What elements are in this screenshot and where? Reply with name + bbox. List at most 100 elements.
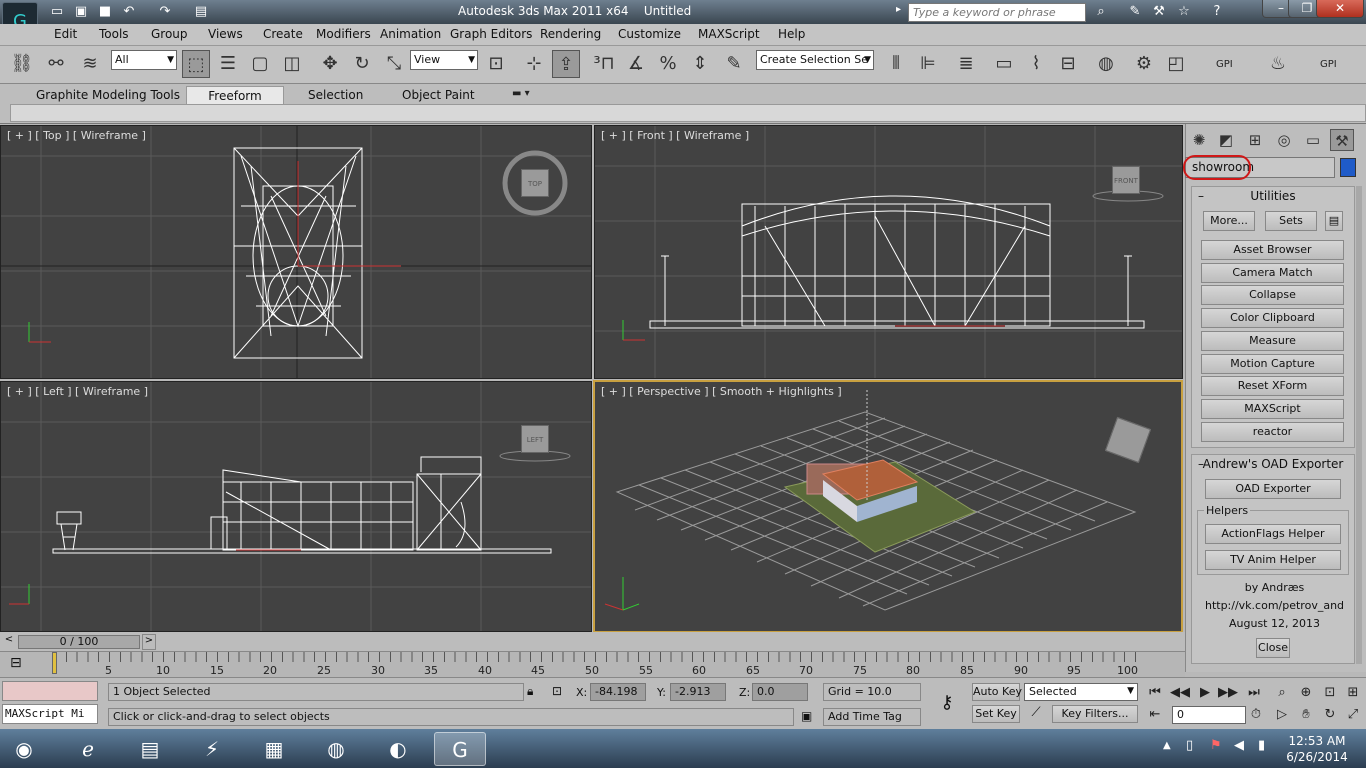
rendered-frame-icon[interactable]: ◰ (1162, 50, 1190, 78)
reactor-button[interactable]: reactor (1201, 422, 1344, 442)
teapot-icon[interactable]: ♨ (1264, 50, 1292, 78)
close-button[interactable]: Close (1256, 638, 1290, 658)
display-tab-icon[interactable]: ▭ (1301, 129, 1325, 151)
viewcube-front[interactable]: FRONT (1112, 166, 1140, 194)
play-icon[interactable]: ▶ (1195, 684, 1215, 702)
graphite-toggle-icon[interactable]: ▭ (990, 50, 1018, 78)
default-tangent-icon[interactable]: ⟋ (1024, 705, 1048, 723)
start-button-icon[interactable]: ◉ (2, 732, 46, 766)
show-hidden-icons[interactable]: ▲ (1163, 740, 1171, 751)
viewport-perspective[interactable]: [ + ] [ Perspective ] [ Smooth + Highlig… (593, 380, 1183, 633)
viewcube-top[interactable]: TOP (521, 169, 549, 197)
measure-button[interactable]: Measure (1201, 331, 1344, 351)
named-selection-dropdown[interactable]: Create Selection Se ▼ (756, 50, 874, 70)
select-by-name-icon[interactable]: ☰ (214, 50, 242, 78)
gpi-label-1[interactable]: GPI (1216, 59, 1233, 70)
task-manager-icon[interactable]: ▦ (248, 732, 300, 766)
menu-group[interactable]: Group (151, 27, 188, 41)
maximize-viewport-icon[interactable]: ⤢ (1343, 706, 1363, 724)
binoculars-icon[interactable]: ⌕ (1092, 3, 1110, 21)
ref-coord-dropdown[interactable]: View ▼ (410, 50, 478, 70)
viewport-left[interactable]: [ + ] [ Left ] [ Wireframe ] LEFT (0, 381, 592, 632)
schematic-view-icon[interactable]: ⊟ (1054, 50, 1082, 78)
selection-filter-dropdown[interactable]: All ▼ (111, 50, 177, 70)
link-icon[interactable]: ⛓ (8, 50, 36, 78)
selection-lock-icon[interactable]: 🔒︎ (527, 684, 533, 699)
menu-rendering[interactable]: Rendering (540, 27, 601, 41)
menu-help[interactable]: Help (778, 27, 805, 41)
mirror-icon[interactable]: ⫴ (882, 50, 910, 78)
render-setup-icon[interactable]: ⚙ (1130, 50, 1158, 78)
rect-selection-icon[interactable]: ▢ (246, 50, 274, 78)
zoom-extents-all-icon[interactable]: ⊞ (1343, 684, 1363, 702)
more-button[interactable]: More... (1203, 211, 1255, 231)
project-folder-icon[interactable]: ▤ (192, 3, 210, 21)
angle-snap-icon[interactable]: ∡ (622, 50, 650, 78)
go-to-start-icon[interactable]: ⏮ (1145, 684, 1165, 702)
menu-graph-editors[interactable]: Graph Editors (450, 27, 532, 41)
menu-views[interactable]: Views (208, 27, 243, 41)
snaps-toggle-icon[interactable]: ³⊓ (590, 50, 618, 78)
undo-icon[interactable]: ↶ (120, 3, 138, 21)
collapse-button[interactable]: Collapse (1201, 285, 1344, 305)
save-icon[interactable]: ■ (96, 3, 114, 21)
tab-freeform[interactable]: Freeform (186, 86, 284, 104)
menu-maxscript[interactable]: MAXScript (698, 27, 760, 41)
new-file-icon[interactable]: ▭ (48, 3, 66, 21)
gpi-label-2[interactable]: GPI (1320, 59, 1337, 70)
configure-sets-icon[interactable]: ▤ (1325, 211, 1343, 231)
menu-edit[interactable]: Edit (54, 27, 77, 41)
battery-icon[interactable]: ▯ (1186, 738, 1193, 753)
move-icon[interactable]: ✥ (316, 50, 344, 78)
edit-named-sets-icon[interactable]: ✎ (720, 50, 748, 78)
tab-graphite-modeling-tools[interactable]: Graphite Modeling Tools (28, 86, 188, 104)
firefox-icon[interactable]: ◐ (372, 732, 424, 766)
spinner-snap-icon[interactable]: ⇕ (686, 50, 714, 78)
redo-icon[interactable]: ↷ (156, 3, 174, 21)
system-clock[interactable]: 12:53 AM 6/26/2014 (1282, 733, 1352, 765)
layer-manager-icon[interactable]: ≣ (952, 50, 980, 78)
utilities-rollout-header[interactable]: – Utilities (1192, 187, 1354, 205)
x-coordinate-field[interactable]: -84.198 (590, 683, 646, 701)
app-lightning-icon[interactable]: ⚡︎ (186, 732, 238, 766)
open-file-icon[interactable]: ▣ (72, 3, 90, 21)
viewport-perspective-label[interactable]: [ + ] [ Perspective ] [ Smooth + Highlig… (601, 385, 842, 398)
select-object-icon[interactable]: ⬚ (182, 50, 210, 78)
subscription-icon[interactable]: ⚒ (1150, 3, 1168, 21)
next-key-icon[interactable]: ▶▶ (1218, 684, 1238, 702)
prev-key-icon[interactable]: ◀◀ (1170, 684, 1190, 702)
keyboard-shortcut-icon[interactable]: ⇪ (552, 50, 580, 78)
unlink-icon[interactable]: ⚯ (42, 50, 70, 78)
zoom-icon[interactable]: ⌕ (1272, 684, 1292, 702)
volume-icon[interactable]: ◀︎ (1234, 738, 1244, 753)
auto-key-button[interactable]: Auto Key (972, 683, 1022, 701)
close-window-button[interactable]: ✕ (1316, 0, 1364, 18)
motion-tab-icon[interactable]: ◎ (1272, 129, 1296, 151)
reset-xform-button[interactable]: Reset XForm (1201, 376, 1344, 396)
prev-frame-icon[interactable]: < (2, 634, 16, 650)
motion-capture-button[interactable]: Motion Capture (1201, 354, 1344, 374)
zoom-extents-icon[interactable]: ⊡ (1320, 684, 1340, 702)
align-icon[interactable]: ⊫ (914, 50, 942, 78)
hierarchy-tab-icon[interactable]: ⊞ (1243, 129, 1267, 151)
field-of-view-icon[interactable]: ▷ (1272, 706, 1292, 724)
percent-snap-icon[interactable]: % (654, 50, 682, 78)
color-clipboard-button[interactable]: Color Clipboard (1201, 308, 1344, 328)
oad-rollout-header[interactable]: – Andrew's OAD Exporter (1192, 455, 1354, 473)
rotate-icon[interactable]: ↻ (348, 50, 376, 78)
object-color-swatch[interactable] (1340, 158, 1356, 177)
time-tag-icon[interactable]: ▣ (801, 709, 812, 723)
actionflags-helper-button[interactable]: ActionFlags Helper (1205, 524, 1341, 544)
set-key-icon[interactable]: ⚷ (928, 690, 966, 716)
z-coordinate-field[interactable]: 0.0 (752, 683, 808, 701)
create-tab-icon[interactable]: ✺ (1187, 129, 1211, 151)
pivot-center-icon[interactable]: ⊡ (482, 50, 510, 78)
ribbon-options-icon[interactable]: ▬ ▾ (512, 88, 530, 99)
tab-object-paint[interactable]: Object Paint (394, 86, 483, 104)
time-slider-handle[interactable]: 0 / 100 (18, 635, 140, 649)
viewport-left-label[interactable]: [ + ] [ Left ] [ Wireframe ] (7, 385, 148, 398)
track-bar[interactable]: ⊟ 5 10 15 20 25 30 35 40 45 50 55 60 65 … (0, 651, 1185, 677)
tab-selection[interactable]: Selection (300, 86, 371, 104)
orbit-icon[interactable]: ↻ (1320, 706, 1340, 724)
sets-button[interactable]: Sets (1265, 211, 1317, 231)
